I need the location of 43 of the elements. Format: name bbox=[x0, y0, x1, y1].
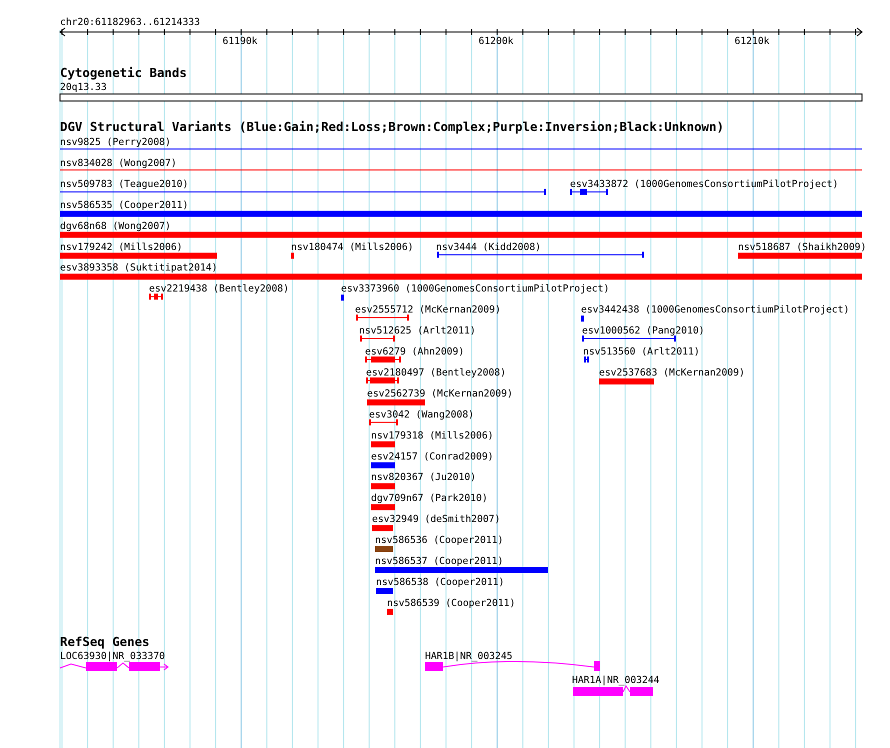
track-title: DGV Structural Variants (Blue:Gain;Red:Loss;Brown:Complex;Purple:Inversion;Black:Unknown) bbox=[60, 119, 724, 134]
variant-label: nsv509783 (Teague2010) bbox=[60, 178, 188, 190]
variant-label: esv24157 (Conrad2009) bbox=[371, 451, 494, 462]
variant-label: dgv709n67 (Park2010) bbox=[371, 493, 488, 504]
tick-label: 61210k bbox=[734, 36, 770, 47]
variant-label: nsv179242 (Mills2006) bbox=[60, 242, 182, 253]
variant-label: esv2219438 (Bentley2008) bbox=[149, 284, 289, 295]
variant-label: nsv518687 (Shaikh2009) bbox=[738, 242, 866, 253]
variant-label: nsv180474 (Mills2006) bbox=[291, 242, 414, 253]
variant-label: nsv513560 (Arlt2011) bbox=[583, 346, 700, 358]
band-label: 20q13.33 bbox=[60, 82, 107, 93]
variant-label: nsv834028 (Wong2007) bbox=[60, 158, 177, 169]
variant-label: nsv586536 (Cooper2011) bbox=[375, 535, 504, 546]
variant-label: nsv9825 (Perry2008) bbox=[60, 137, 171, 148]
variant-label: esv2180497 (Bentley2008) bbox=[366, 367, 506, 378]
variant-label: nsv586538 (Cooper2011) bbox=[376, 576, 504, 588]
variant-label: esv2555712 (McKernan2009) bbox=[355, 304, 501, 316]
variant-label: nsv586537 (Cooper2011) bbox=[375, 556, 504, 567]
gene-label: LOC63930|NR_033370 bbox=[60, 651, 165, 662]
variant-label: esv3373960 (1000GenomesConsortiumPilotProject) bbox=[341, 284, 610, 295]
variant-label: esv3042 (Wang2008) bbox=[369, 409, 474, 420]
tick-label: 61200k bbox=[478, 36, 514, 47]
variant-label: nsv820367 (Ju2010) bbox=[371, 472, 476, 484]
variant-label: esv1000562 (Pang2010) bbox=[582, 326, 704, 337]
variant-label: esv3433872 (1000GenomesConsortiumPilotProject) bbox=[570, 178, 838, 190]
track-title: RefSeq Genes bbox=[60, 634, 150, 649]
variant-label: esv32949 (deSmith2007) bbox=[372, 514, 500, 526]
region-label: chr20:61182963..61214333 bbox=[60, 17, 200, 28]
track-title: Cytogenetic Bands bbox=[60, 65, 187, 80]
tick-label: 61190k bbox=[222, 36, 258, 47]
variant-label: esv3893358 (Suktitipat2014) bbox=[60, 262, 218, 274]
variant-label: nsv179318 (Mills2006) bbox=[371, 430, 494, 442]
variant-label: esv2537683 (McKernan2009) bbox=[599, 367, 745, 378]
variant-label: dgv68n68 (Wong2007) bbox=[60, 220, 171, 232]
variant-label: nsv3444 (Kidd2008) bbox=[436, 242, 541, 253]
variant-label: nsv586535 (Cooper2011) bbox=[60, 200, 188, 211]
variant-label: nsv586539 (Cooper2011) bbox=[387, 598, 516, 609]
variant-label: esv6279 (Ahn2009) bbox=[365, 346, 464, 358]
variant-label: esv2562739 (McKernan2009) bbox=[367, 388, 513, 400]
variant-label: esv3442438 (1000GenomesConsortiumPilotProject) bbox=[581, 304, 850, 316]
gene-label: HAR1A|NR_003244 bbox=[572, 675, 660, 686]
gene-label: HAR1B|NR_003245 bbox=[425, 651, 512, 662]
variant-label: nsv512625 (Arlt2011) bbox=[359, 326, 476, 337]
